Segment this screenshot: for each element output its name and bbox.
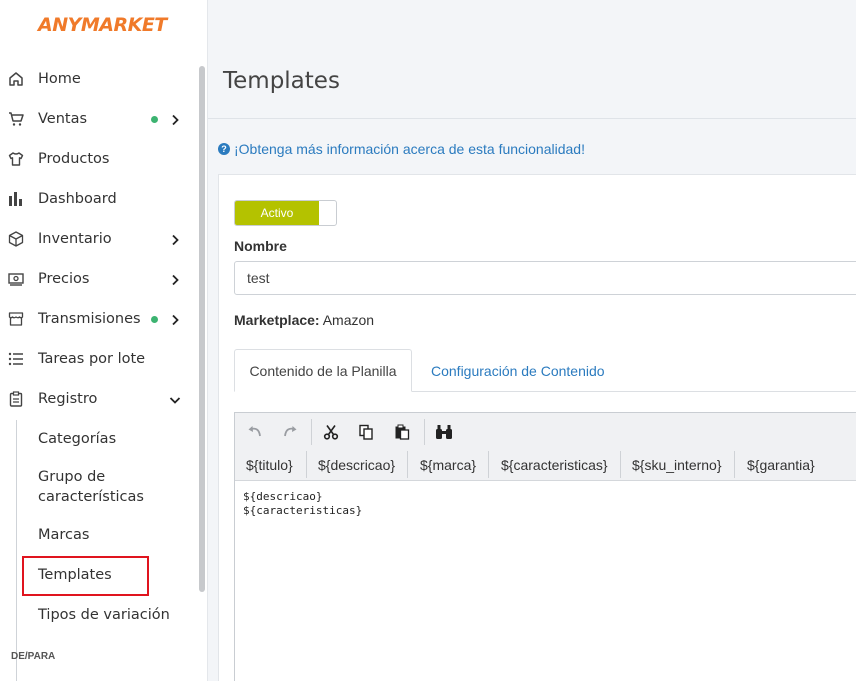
anymarket-logo[interactable]: ANYMARKET [38,14,167,36]
question-circle-icon: ? [218,143,230,155]
active-toggle-label: Activo [235,201,319,225]
variable-separator [407,451,408,478]
chevron-right-icon [169,113,181,126]
sidebar-subitem-tipos-de-variacion[interactable]: Tipos de variación [38,605,170,625]
header-divider [208,118,856,119]
list-icon [8,351,24,367]
marketplace-value: Amazon [322,312,375,328]
sidebar-item-label: Inventario [38,231,112,247]
variable-button-marca[interactable]: ${marca} [420,451,476,478]
toolbar-separator [311,419,312,445]
variable-separator [488,451,489,478]
sidebar: ANYMARKET Home Ventas Productos Dashboar… [0,0,208,681]
status-dot [151,315,158,323]
sidebar-item-label: Productos [38,151,110,167]
money-icon [8,271,24,287]
paste-icon[interactable] [391,421,413,443]
toolbar-separator [424,419,425,445]
sidebar-item-ventas[interactable]: Ventas [0,99,196,139]
find-icon[interactable] [433,421,455,443]
variable-button-caracteristicas[interactable]: ${caracteristicas} [501,451,608,478]
store-icon [8,311,24,327]
variable-separator [734,451,735,478]
sidebar-item-precios[interactable]: Precios [0,259,196,299]
editor-content[interactable]: ${descricao} ${caracteristicas} [243,490,362,518]
variable-button-sku-interno[interactable]: ${sku_interno} [632,451,722,478]
sidebar-item-tareas-por-lote[interactable]: Tareas por lote [0,339,196,379]
sidebar-item-label: Tareas por lote [38,351,146,367]
variable-button-titulo[interactable]: ${titulo} [246,451,293,478]
sidebar-subitem-grupo-de-caracteristicas[interactable]: Grupo de características [38,467,144,507]
chevron-down-icon [169,393,181,405]
sidebar-item-label: Registro [38,391,98,407]
tab-contenido-de-la-planilla[interactable]: Contenido de la Planilla [234,349,412,392]
sidebar-item-label: Ventas [38,111,88,127]
sidebar-item-transmisiones[interactable]: Transmisiones [0,299,196,339]
sidebar-item-registro[interactable]: Registro [0,379,196,419]
sidebar-subitem-categorias[interactable]: Categorías [38,429,116,449]
sidebar-item-inventario[interactable]: Inventario [0,219,196,259]
undo-icon[interactable] [244,421,266,443]
sidebar-item-productos[interactable]: Productos [0,139,196,179]
sidebar-item-label: Home [38,71,81,87]
sidebar-item-dashboard[interactable]: Dashboard [0,179,196,219]
sidebar-section-label: DE/PARA [11,651,56,662]
cut-icon[interactable] [320,421,342,443]
copy-icon[interactable] [355,421,377,443]
nombre-input[interactable] [234,261,856,295]
marketplace-label: Marketplace: [234,312,320,328]
selection-highlight-box [22,556,149,596]
chevron-right-icon [169,273,181,286]
variable-button-garantia[interactable]: ${garantia} [747,451,815,478]
chevron-right-icon [169,233,181,246]
redo-icon[interactable] [279,421,301,443]
sidebar-item-label: Dashboard [38,191,117,207]
page-title: Templates [223,68,340,94]
active-toggle[interactable]: Activo [234,200,337,226]
submenu-guide-line [16,420,17,681]
status-dot [151,115,158,123]
cart-icon [8,111,24,127]
info-link[interactable]: ? ¡Obtenga más información acerca de est… [218,141,585,157]
variable-button-descricao[interactable]: ${descricao} [318,451,395,478]
shirt-icon [8,151,24,167]
bar-chart-icon [8,191,24,207]
sidebar-item-label: Precios [38,271,90,287]
home-icon [8,71,24,87]
tab-configuracion-de-contenido[interactable]: Configuración de Contenido [431,349,605,392]
chevron-right-icon [169,313,181,326]
sidebar-subitem-label-line2: características [38,489,144,505]
clipboard-icon [8,391,24,407]
sidebar-subitem-marcas[interactable]: Marcas [38,525,89,545]
variable-separator [620,451,621,478]
marketplace-info: Marketplace: Amazon [234,312,374,328]
box-icon [8,231,24,247]
sidebar-subitem-label-line1: Grupo de [38,469,106,485]
sidebar-item-home[interactable]: Home [0,59,196,99]
sidebar-scrollbar[interactable] [199,66,205,592]
info-link-text: ¡Obtenga más información acerca de esta … [234,141,585,157]
sidebar-item-label: Transmisiones [38,311,141,327]
nombre-label: Nombre [234,238,287,254]
variable-separator [306,451,307,478]
